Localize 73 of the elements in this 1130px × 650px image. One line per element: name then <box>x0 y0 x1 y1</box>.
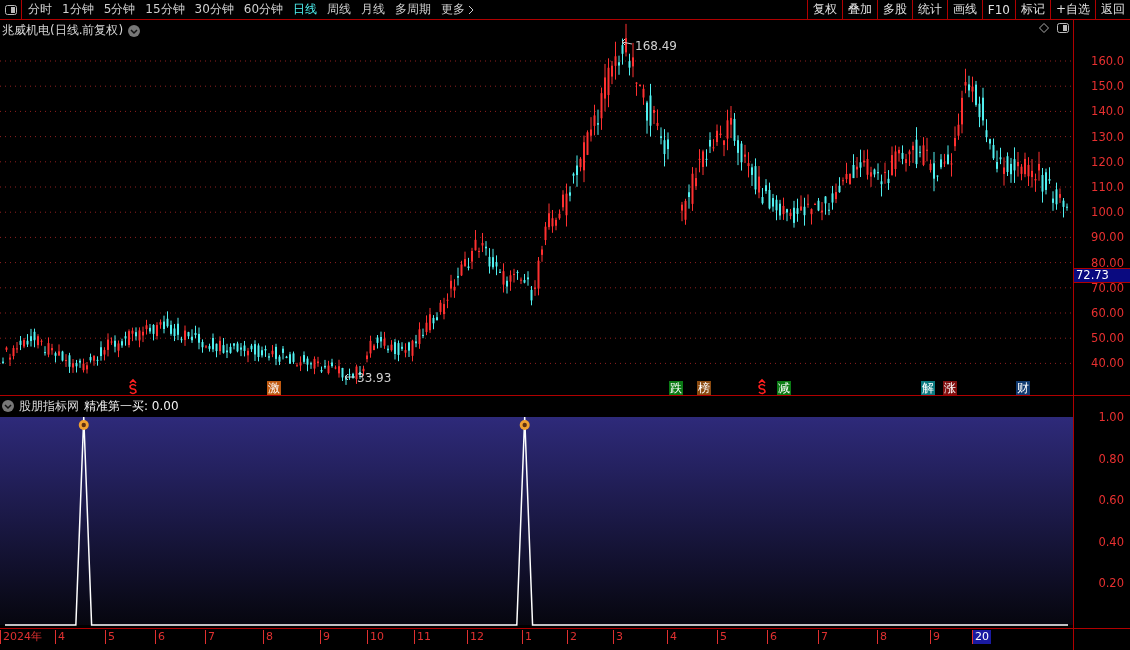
low-price-label: 33.93 <box>357 371 392 385</box>
date-label: 2024年 <box>0 630 44 644</box>
period-tab[interactable]: 月线 <box>361 1 386 18</box>
chevron-down-icon[interactable] <box>128 24 141 37</box>
flower-icon <box>519 420 530 430</box>
flower-icon <box>78 420 89 430</box>
price-axis-label: 150.0 <box>1091 80 1124 93</box>
current-price-tag: 72.73 <box>1074 268 1130 283</box>
indicator-axis-label: 0.20 <box>1098 577 1124 590</box>
panel-toggle-icon[interactable] <box>1057 23 1069 33</box>
date-label: 5 <box>717 630 729 644</box>
signal-badge: 减 <box>777 381 791 395</box>
price-axis-label: 60.00 <box>1091 307 1124 319</box>
price-axis-label: 140.0 <box>1091 105 1124 118</box>
date-label: 9 <box>320 630 332 644</box>
period-tab[interactable]: 多周期 <box>395 1 432 18</box>
date-label: 11 <box>414 630 433 644</box>
date-label: 4 <box>55 630 67 644</box>
signal-badge: 解 <box>921 381 935 395</box>
date-label: 6 <box>767 630 779 644</box>
price-axis-label: 160.0 <box>1091 55 1124 67</box>
date-label: 6 <box>155 630 167 644</box>
price-axis-label: 90.00 <box>1091 231 1124 244</box>
indicator-axis-label: 1.00 <box>1098 411 1124 423</box>
pointer-icon <box>344 373 356 381</box>
chart-title: 兆威机电(日线.前复权) <box>2 22 124 39</box>
price-axis-label: 80.00 <box>1091 256 1124 269</box>
period-tab[interactable]: 60分钟 <box>243 1 284 18</box>
date-label: 1 <box>522 630 534 644</box>
chevron-down-icon[interactable] <box>2 400 14 412</box>
indicator-reading: 精准第一买: 0.00 <box>84 397 179 415</box>
period-tab[interactable]: 日线 <box>293 1 318 18</box>
price-axis-label: 120.0 <box>1091 155 1124 168</box>
more-tab[interactable]: 更多 <box>441 1 475 18</box>
signal-badge: 激 <box>267 381 281 395</box>
price-axis-label: 130.0 <box>1091 130 1124 143</box>
chevron-right-icon <box>468 4 475 15</box>
signal-badge: 榜 <box>697 381 711 395</box>
date-label: 2 <box>567 630 579 644</box>
date-label: 4 <box>667 630 679 644</box>
price-axis-label: 110.0 <box>1091 181 1124 193</box>
date-label: 7 <box>818 630 830 644</box>
period-tab[interactable]: 15分钟 <box>145 1 185 18</box>
period-tab[interactable]: 5分钟 <box>103 1 136 18</box>
indicator-axis-label: 0.60 <box>1098 494 1124 507</box>
period-tab[interactable]: 分时 <box>28 1 52 18</box>
price-axis-label: 50.00 <box>1091 332 1124 345</box>
date-label: 12 <box>467 630 486 644</box>
indicator-axis-label: 0.40 <box>1098 535 1124 548</box>
period-tab[interactable]: 30分钟 <box>194 1 234 18</box>
date-label: 9 <box>930 630 942 644</box>
date-label: 3 <box>613 630 625 644</box>
indicator-axis-label: 0.80 <box>1098 452 1124 465</box>
price-axis-label: 40.00 <box>1091 357 1124 370</box>
period-tab[interactable]: 周线 <box>327 1 352 18</box>
date-label: 7 <box>205 630 217 644</box>
pointer-icon <box>621 38 633 46</box>
high-price-label: 168.49 <box>635 39 677 53</box>
dollar-sign-icon <box>129 379 137 395</box>
signal-badge: 财 <box>1016 381 1030 395</box>
dollar-sign-icon <box>758 379 766 395</box>
price-axis-label: 70.00 <box>1091 281 1124 294</box>
date-label: 8 <box>263 630 275 644</box>
date-label: 10 <box>367 630 386 644</box>
diamond-icon[interactable] <box>1039 23 1049 33</box>
date-label: 20 <box>972 630 991 644</box>
period-tab[interactable]: 1分钟 <box>62 1 94 18</box>
signal-badge: 涨 <box>943 381 957 395</box>
price-axis-label: 100.0 <box>1091 206 1124 219</box>
date-label: 5 <box>105 630 117 644</box>
indicator-title: 股朋指标网 <box>19 397 79 415</box>
date-label: 8 <box>877 630 889 644</box>
signal-badge: 跌 <box>669 381 683 395</box>
